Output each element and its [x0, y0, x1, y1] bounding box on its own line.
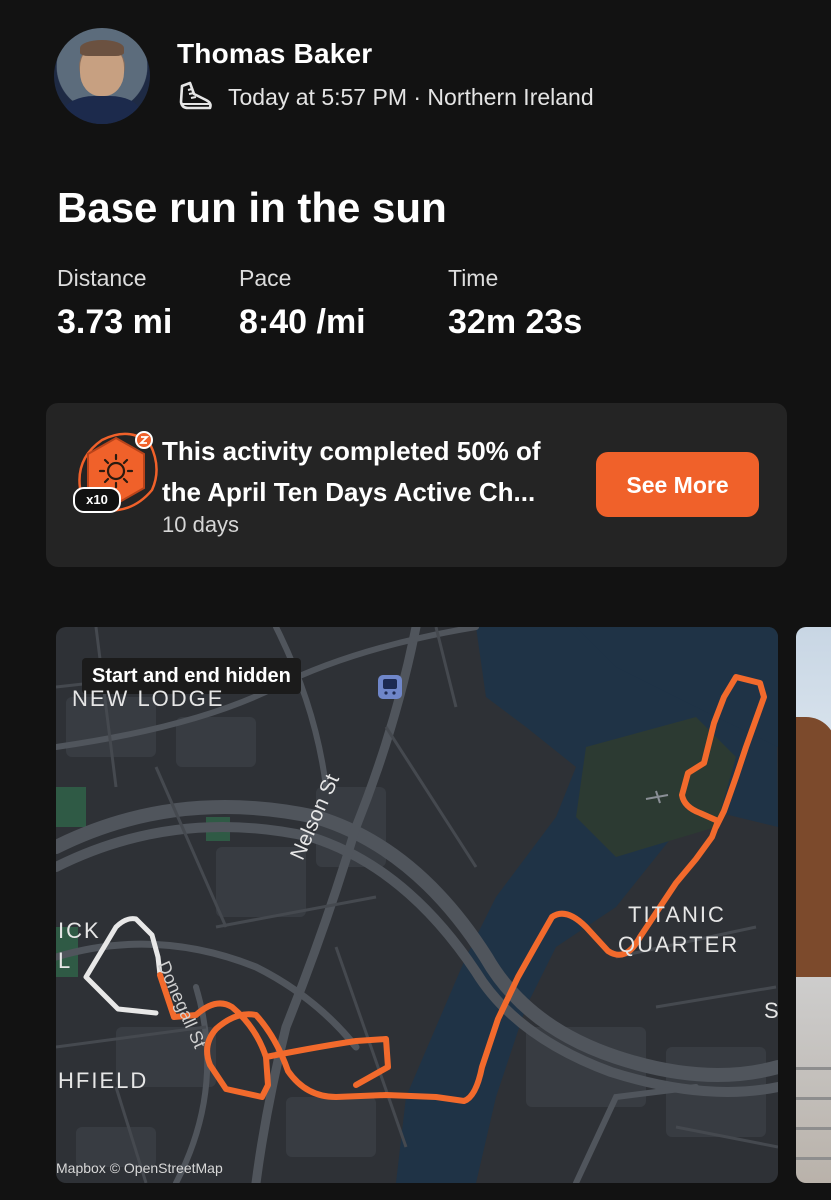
map-label-titanic: TITANIC: [628, 902, 726, 927]
map-label-quarter: QUARTER: [618, 932, 740, 957]
see-more-button[interactable]: See More: [596, 452, 759, 517]
running-shoe-icon: [179, 81, 212, 110]
map-label-new-lodge: NEW LODGE: [72, 686, 225, 711]
challenge-duration: 10 days: [162, 512, 240, 537]
avatar[interactable]: [54, 28, 150, 124]
avatar-shirt: [64, 96, 140, 124]
map-label-l: L: [58, 948, 73, 973]
map-label-ick: ICK: [58, 918, 101, 943]
map-label-s: S: [764, 998, 781, 1023]
photo-step: [796, 1157, 831, 1160]
map-attribution[interactable]: Mapbox © OpenStreetMap: [56, 1160, 223, 1176]
photo-step: [796, 1127, 831, 1130]
time-value: 32m 23s: [448, 303, 583, 341]
challenge-text-line1: This activity completed 50% of: [162, 436, 541, 466]
activity-photo-thumbnail[interactable]: [796, 627, 831, 1183]
distance-value: 3.73 mi: [57, 303, 173, 341]
activity-meta: Today at 5:57 PM · Northern Ireland: [228, 84, 594, 110]
pace-value: 8:40 /mi: [239, 303, 366, 341]
athlete-name[interactable]: Thomas Baker: [177, 38, 372, 70]
photo-sculpture: [796, 717, 831, 977]
map-label-hfield: HFIELD: [58, 1068, 149, 1093]
avatar-hair: [80, 40, 124, 56]
badge-count: x10: [73, 487, 121, 513]
train-station-icon: [378, 675, 402, 699]
challenge-text-line2: the April Ten Days Active Ch...: [162, 477, 536, 507]
time-label: Time: [448, 265, 499, 291]
photo-step: [796, 1067, 831, 1070]
photo-step: [796, 1097, 831, 1100]
pace-label: Pace: [239, 265, 292, 291]
activity-title[interactable]: Base run in the sun: [57, 184, 447, 232]
distance-label: Distance: [57, 265, 147, 291]
